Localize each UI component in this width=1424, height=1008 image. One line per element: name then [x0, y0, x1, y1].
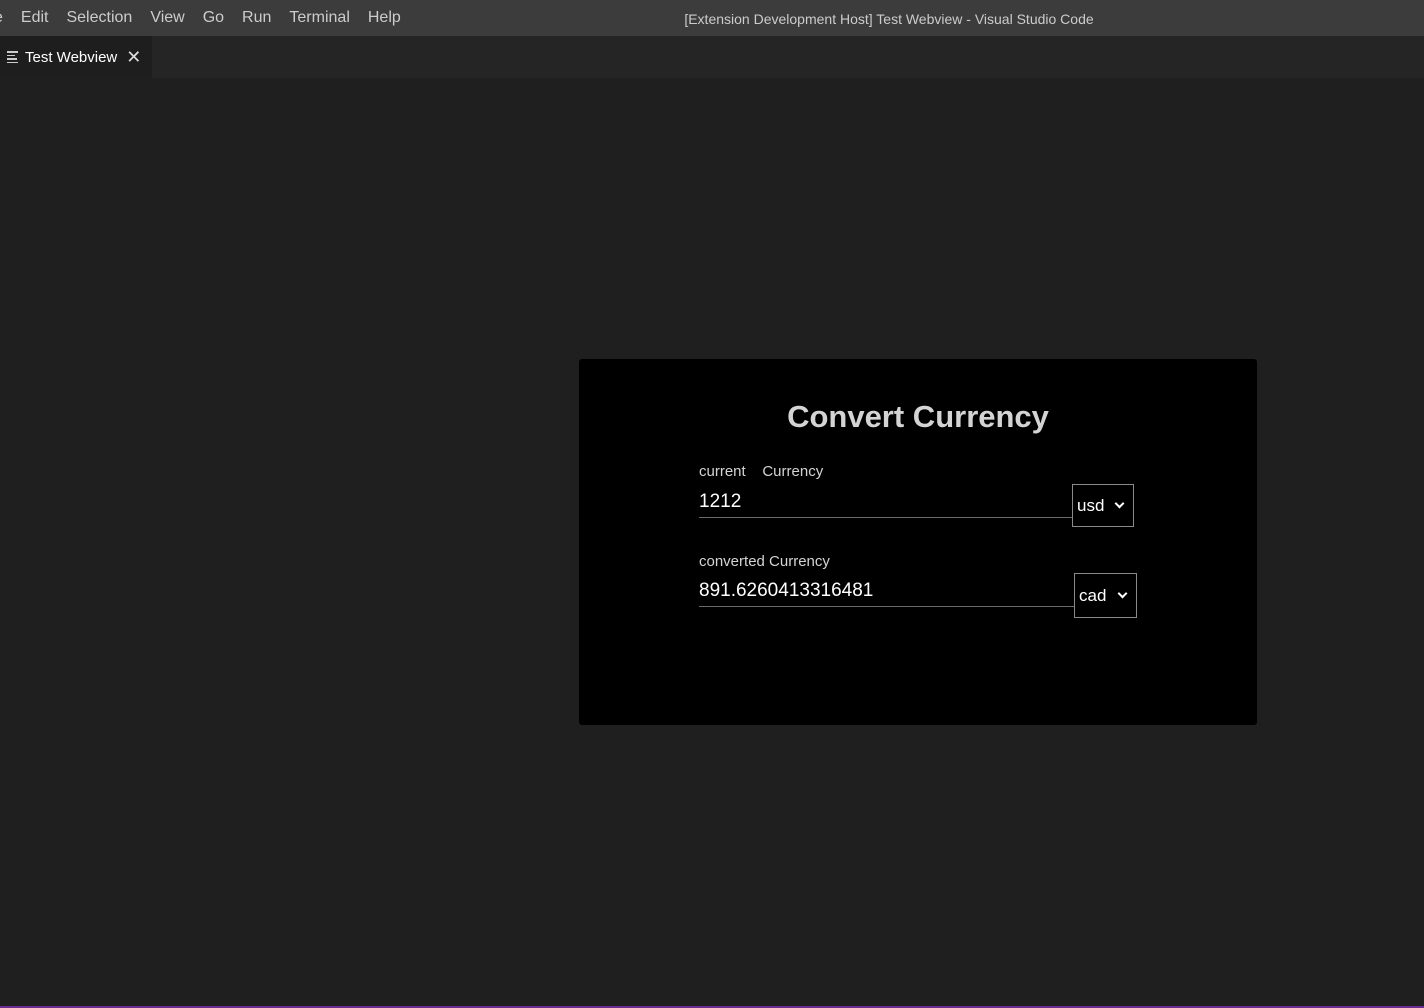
currency-converter-card: Convert Currency current Currency usd co… — [579, 359, 1257, 725]
current-currency-select[interactable]: usd — [1072, 484, 1134, 527]
menu-go[interactable]: Go — [203, 0, 224, 36]
converted-currency-select[interactable]: cad — [1074, 573, 1137, 618]
tab-label: Test Webview — [25, 48, 118, 66]
menu-bar: e Edit Selection View Go Run Terminal He… — [0, 0, 401, 36]
menu-view[interactable]: View — [150, 0, 184, 36]
chevron-down-icon — [1117, 588, 1128, 599]
current-currency-value: usd — [1077, 495, 1105, 515]
menu-help[interactable]: Help — [368, 0, 401, 36]
preview-lines-icon — [7, 51, 18, 63]
current-currency-label: current Currency — [699, 463, 824, 480]
menu-file[interactable]: e — [0, 0, 3, 36]
converted-amount-input[interactable] — [699, 576, 1074, 607]
title-bar: e Edit Selection View Go Run Terminal He… — [0, 0, 1424, 36]
tab-test-webview[interactable]: Test Webview ✕ — [0, 36, 152, 78]
menu-selection[interactable]: Selection — [66, 0, 132, 36]
page-title: Convert Currency — [787, 399, 1049, 434]
chevron-down-icon — [1114, 498, 1125, 509]
current-amount-input[interactable] — [699, 487, 1072, 518]
menu-terminal[interactable]: Terminal — [289, 0, 349, 36]
converted-currency-value: cad — [1079, 585, 1107, 605]
editor-tab-bar: Test Webview ✕ — [0, 36, 1424, 78]
converted-currency-label: converted Currency — [699, 553, 830, 570]
menu-run[interactable]: Run — [242, 0, 271, 36]
menu-edit[interactable]: Edit — [21, 0, 49, 36]
close-icon[interactable]: ✕ — [126, 48, 141, 66]
